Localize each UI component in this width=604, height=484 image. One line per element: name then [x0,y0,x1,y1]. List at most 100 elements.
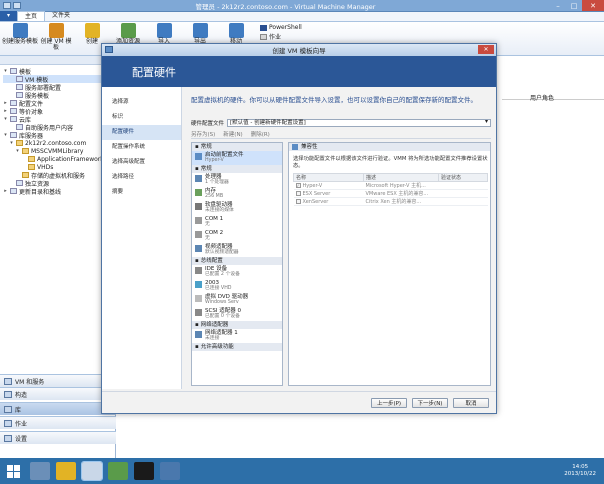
capability-name-cell: ESX Server [293,189,364,198]
wizard-step-4[interactable]: 选择高级配置 [102,155,181,170]
expand-toggle-icon[interactable]: ▸ [3,188,8,194]
new-button[interactable]: 新建(N) [223,130,242,138]
expand-toggle-icon[interactable]: ▾ [9,140,14,146]
folder-icon [22,172,29,178]
capability-checkbox[interactable]: ✓ [295,182,301,188]
taskbar-clock[interactable]: 14:05 2013/10/22 [564,464,596,478]
hardware-category[interactable]: ▪ 网络适配器 [192,321,282,329]
expand-toggle-icon[interactable]: ▸ [3,100,8,106]
ribbon-button-1[interactable]: 创建 VM 模板 [38,23,74,54]
hyper-v-manager-icon[interactable] [108,462,128,480]
wizard-step-3[interactable]: 配置操作系统 [102,140,181,155]
hardware-category[interactable]: ▪ 总线配置 [192,257,282,265]
previous-button[interactable]: 上一步(P) [371,398,407,408]
hardware-profile-select[interactable]: [默认值 - 创建新硬件配置设置] [227,119,491,127]
expand-toggle-icon[interactable]: ▾ [3,132,8,138]
next-button[interactable]: 下一步(N) [412,398,448,408]
wizard-step-2[interactable]: 配置硬件 [102,125,181,140]
tree-node-icon [10,108,17,114]
col-validation-status[interactable]: 验证状态 [438,173,488,182]
capability-row[interactable]: ✓ Hyper-V Microsoft Hyper-V 主机... [293,181,488,190]
capability-checkbox[interactable] [295,190,301,196]
hardware-item[interactable]: COM 2无 [192,229,282,243]
wizard-step-6[interactable]: 摘要 [102,185,181,200]
hardware-category-label: 允许高级功能 [200,344,234,350]
hardware-category[interactable]: ▪ 常规 [192,143,282,151]
hardware-item[interactable]: 内存 256 MB [192,187,282,201]
hardware-item[interactable]: 虚拟 DVD 驱动器 Windows Serv [192,293,282,307]
tree-item[interactable]: ▾ 模板 [3,67,112,76]
wizard-intro-text: 配置虚拟机的硬件。你可以从硬件配置文件导入设置，也可以设置你自己的配置保存新的配… [191,96,477,104]
wizard-close-icon[interactable]: ✕ [478,45,494,54]
tree-node-icon [16,180,23,186]
hardware-category[interactable]: ▪ 常规 [192,165,282,173]
tree-item[interactable]: 服务部署配置 [3,83,112,92]
tab-home[interactable]: 主页 [17,11,46,21]
vmm-console-icon[interactable] [81,461,103,481]
capability-row[interactable]: ESX Server VMware ESX 主机的兼容... [293,189,488,198]
workspace-button-0[interactable]: VM 和服务 [0,374,116,387]
compat-icon [195,153,202,160]
expand-toggle-icon[interactable]: ▸ [3,108,8,114]
hardware-item-sub: 256 MB [205,194,224,199]
hardware-item[interactable]: SCSI 适配器 0 已配置 0 个设备 [192,307,282,321]
wizard-step-5[interactable]: 选择路径 [102,170,181,185]
capability-row[interactable]: XenServer Citrix Xen 主机的兼容... [293,197,488,206]
col-name[interactable]: 名称 [293,173,364,182]
tree-item[interactable]: ▾ MSSCVMMLibrary [3,147,112,155]
workspace-button-3[interactable]: 作业 [0,416,116,429]
hardware-item[interactable]: 处理器 1 个处理器 [192,173,282,187]
expand-toggle-icon[interactable]: ▾ [3,68,8,74]
expand-toggle-icon[interactable]: ▾ [3,116,8,122]
capability-checkbox[interactable] [295,198,301,204]
tree-node-icon [10,188,17,194]
hardware-item-sub: 无 [205,222,210,227]
quick-access-icon[interactable] [13,2,21,9]
file-menu-button[interactable]: ▾ [0,11,18,21]
workspace-button-2[interactable]: 库 [0,402,116,415]
workspace-button-4[interactable]: 设置 [0,431,116,444]
cmd-icon[interactable] [134,462,154,480]
ribbon-button-0[interactable]: 创建服务模板 [2,23,38,54]
hardware-item[interactable]: COM 1无 [192,215,282,229]
server-manager-icon[interactable] [30,462,50,480]
jobs-button[interactable]: 作业 [260,32,302,41]
hardware-item[interactable]: 网络适配器 1 未连接 [192,329,282,343]
hardware-item[interactable]: 软盘驱动器 未连接的媒体 [192,201,282,215]
remove-button[interactable]: 删除(R) [251,130,270,138]
save-as-button[interactable]: 另存为(S) [191,130,215,138]
wizard-step-0[interactable]: 选择源 [102,95,181,110]
col-description[interactable]: 描述 [363,173,439,182]
tab-folder[interactable]: 文件夹 [45,11,77,21]
hardware-item[interactable]: 2003 已连接 VHD [192,279,282,293]
tree-item[interactable]: ▾ 2k12r2.contoso.com [3,139,112,147]
maximize-icon[interactable]: □ [566,0,582,11]
expand-toggle-icon[interactable]: ▾ [15,148,20,154]
tree-item[interactable]: 存储的虚拟机和服务 [3,171,112,180]
hardware-item[interactable]: IDE 设备 已配置 2 个设备 [192,265,282,279]
powershell-button[interactable]: PowerShell [260,24,302,31]
start-icon[interactable] [4,462,24,480]
app-menu-icon[interactable] [3,2,11,9]
vm-template-icon [48,23,64,38]
close-icon[interactable]: ✕ [582,0,604,11]
file-explorer-icon[interactable] [56,462,76,480]
column-user-role[interactable]: 用户角色 [530,93,554,102]
hardware-item-text: SCSI 适配器 0 已配置 0 个设备 [205,308,241,320]
minimize-icon[interactable]: – [550,0,566,11]
hardware-category[interactable]: ▪ 允许高级功能 [192,343,282,351]
workspace-button-1[interactable]: 构造 [0,387,116,400]
compat-header: 兼容性 [289,143,490,151]
hardware-item-text: 处理器 1 个处理器 [205,174,229,186]
cancel-button[interactable]: 取消 [453,398,489,408]
tree-item[interactable]: ▸ 更新目录和基线 [3,187,112,196]
ide-icon [195,267,202,274]
workspace-icon [4,434,12,442]
tree-item[interactable]: ▾ 库服务器 [3,131,112,140]
wizard-step-1[interactable]: 标识 [102,110,181,125]
vm-connection-icon[interactable] [160,462,180,480]
hardware-item[interactable]: 视频适配器 默认视频适配器 [192,243,282,257]
hardware-item[interactable]: 启动前配置文件 Hyper-V [192,151,282,165]
window-controls: – □ ✕ [550,0,604,11]
tree-item[interactable]: ApplicationFrameworks [3,155,112,163]
